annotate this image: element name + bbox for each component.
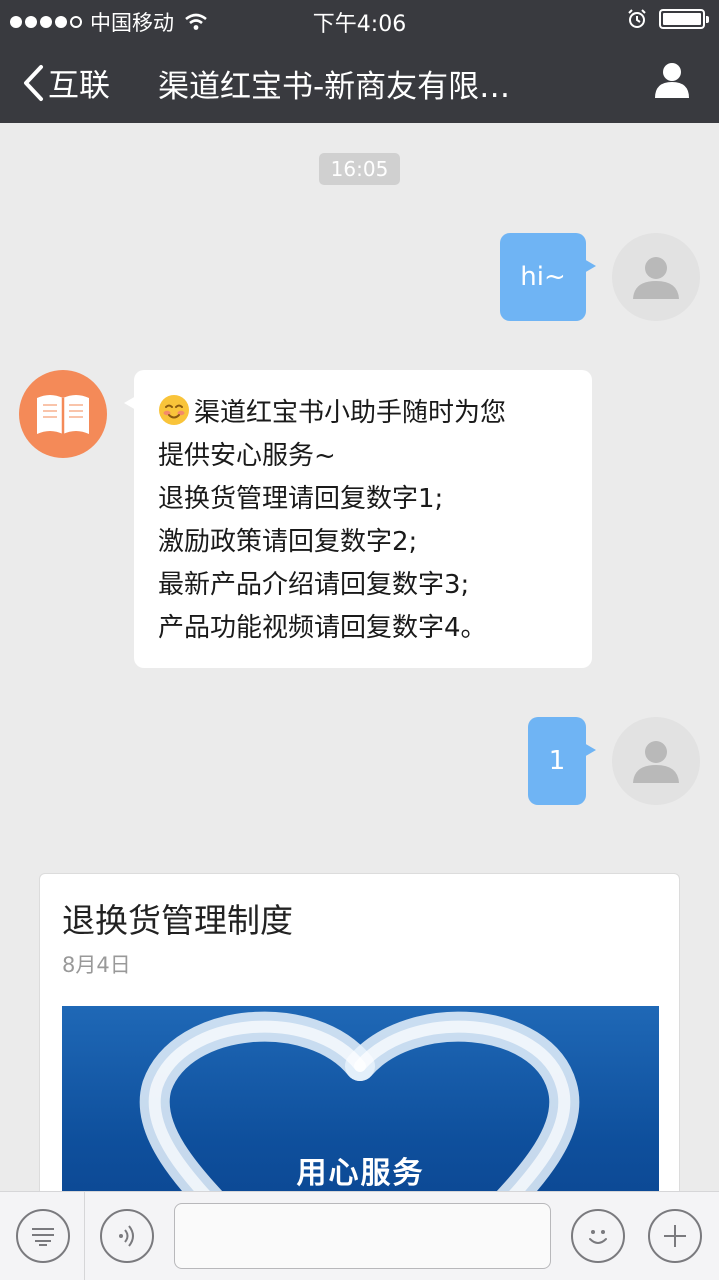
default-avatar-icon (633, 741, 679, 783)
article-title: 退换货管理制度 (62, 901, 293, 940)
message-line: 最新产品介绍请回复数字3; (158, 570, 470, 600)
cover-caption: 用心服务 (296, 1156, 425, 1191)
chat-area[interactable]: 16:05 hi~ 渠道红宝书小助手随时为您 提供安心服务~ 退换货管理请回复数… (0, 123, 719, 1191)
emoji-button[interactable] (571, 1209, 625, 1263)
my-avatar[interactable] (612, 717, 700, 805)
article-card[interactable]: 退换货管理制度 8月4日 用心服务 (39, 873, 680, 1191)
message-line: 渠道红宝书小助手随时为您 (158, 392, 572, 435)
status-bar: 中国移动 下午4:06 (0, 0, 719, 40)
open-book-icon (37, 395, 89, 434)
message-line: 提供安心服务~ (158, 441, 336, 471)
emoji-icon (589, 1230, 607, 1244)
nav-bar: 互联 渠道红宝书-新商友有限… (0, 40, 719, 123)
more-button[interactable] (648, 1209, 702, 1263)
message-input[interactable] (174, 1203, 551, 1269)
incoming-message[interactable]: 渠道红宝书小助手随时为您 提供安心服务~ 退换货管理请回复数字1; 激励政策请回… (124, 370, 592, 668)
voice-icon (119, 1225, 134, 1247)
back-label: 互联 (48, 68, 110, 104)
article-cover-image: 用心服务 (62, 1006, 659, 1191)
blushing-smile-icon (159, 395, 189, 425)
chevron-left-icon (24, 64, 43, 101)
default-avatar-icon (633, 257, 679, 299)
alarm-icon (628, 9, 646, 28)
outgoing-message[interactable]: 1 (528, 717, 596, 805)
message-line-text: 渠道红宝书小助手随时为您 (194, 398, 507, 428)
profile-icon (655, 63, 689, 98)
chat-title: 渠道红宝书-新商友有限… (158, 69, 511, 105)
input-divider (84, 1192, 85, 1280)
message-line: 产品功能视频请回复数字4。 (158, 613, 487, 643)
my-avatar[interactable] (612, 233, 700, 321)
plus-icon (664, 1225, 686, 1247)
menu-icon (32, 1228, 54, 1246)
message-text: hi~ (520, 262, 566, 292)
article-date: 8月4日 (62, 953, 131, 977)
battery-icon (659, 9, 709, 29)
menu-button[interactable] (16, 1209, 70, 1263)
status-time: 下午4:06 (312, 12, 407, 37)
message-text: 1 (548, 746, 566, 776)
back-button[interactable]: 互联 (22, 60, 110, 105)
status-right (627, 9, 709, 29)
message-line: 退换货管理请回复数字1; (158, 484, 444, 514)
voice-button[interactable] (100, 1209, 154, 1263)
input-bar (0, 1191, 719, 1280)
profile-button[interactable] (655, 62, 689, 102)
bot-avatar[interactable] (19, 370, 107, 458)
outgoing-message[interactable]: hi~ (500, 233, 596, 321)
message-line: 激励政策请回复数字2; (158, 527, 418, 557)
message-timestamp: 16:05 (319, 153, 400, 185)
